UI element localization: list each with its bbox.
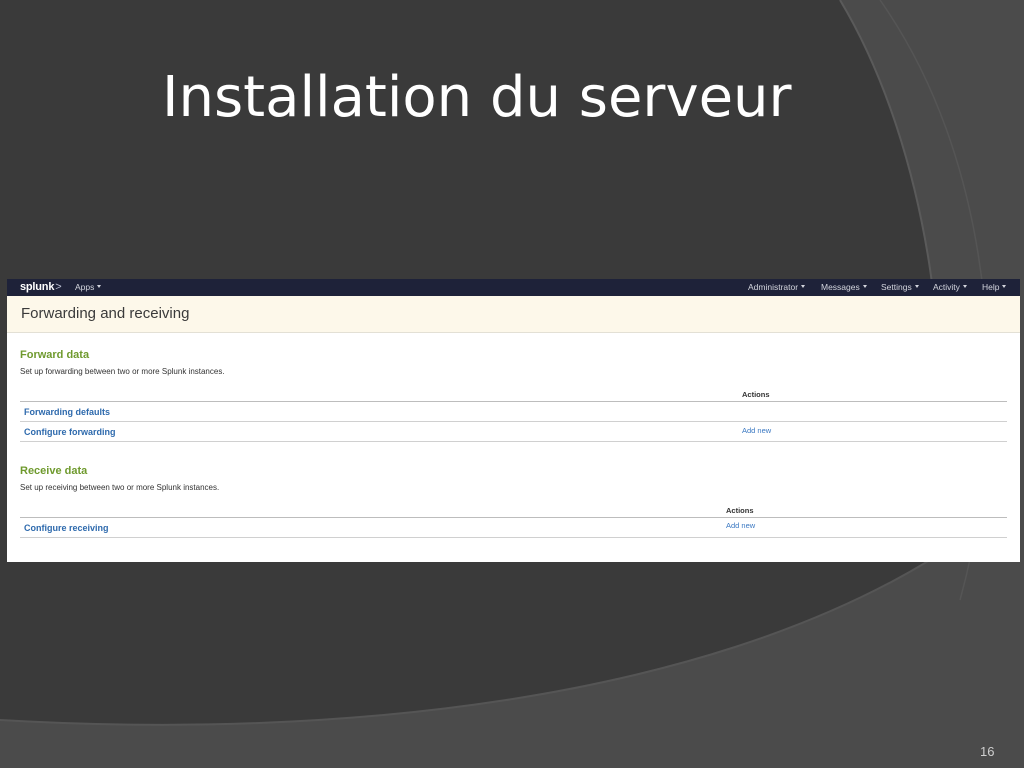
apps-menu[interactable]: Apps [75, 282, 102, 292]
settings-menu-label: Settings [881, 282, 912, 292]
administrator-menu[interactable]: Administrator [748, 282, 806, 292]
logo-chevron: > [55, 281, 62, 293]
divider [20, 537, 1007, 538]
divider [20, 517, 1007, 518]
help-menu[interactable]: Help [982, 282, 1007, 292]
activity-menu-label: Activity [933, 282, 960, 292]
slide-number: 16 [980, 744, 995, 759]
receive-actions-header: Actions [726, 506, 754, 515]
forwarding-defaults-link[interactable]: Forwarding defaults [24, 407, 110, 417]
chevron-down-icon [801, 285, 806, 289]
forward-data-title: Forward data [20, 349, 90, 361]
divider [20, 401, 1007, 402]
chevron-down-icon [1002, 285, 1007, 289]
receiving-add-new-link[interactable]: Add new [726, 521, 755, 530]
administrator-menu-label: Administrator [748, 282, 799, 292]
receive-data-title: Receive data [20, 465, 88, 477]
help-menu-label: Help [982, 282, 1000, 292]
chevron-down-icon [862, 285, 867, 289]
slide-title: Installation du serveur [162, 65, 792, 130]
chevron-down-icon [962, 285, 967, 289]
forwarding-add-new-link[interactable]: Add new [742, 426, 771, 435]
configure-forwarding-link[interactable]: Configure forwarding [24, 427, 116, 437]
logo-text: splunk [20, 281, 55, 293]
settings-menu[interactable]: Settings [881, 282, 919, 292]
forward-data-description: Set up forwarding between two or more Sp… [20, 367, 225, 376]
page-title: Forwarding and receiving [21, 305, 190, 322]
activity-menu[interactable]: Activity [933, 282, 967, 292]
messages-menu-label: Messages [821, 282, 860, 292]
top-navbar: splunk> Apps Administrator Messages Sett… [7, 279, 1020, 296]
configure-receiving-link[interactable]: Configure receiving [24, 523, 109, 533]
page-header: Forwarding and receiving [7, 296, 1020, 333]
divider [20, 421, 1007, 422]
apps-menu-label: Apps [75, 282, 95, 292]
chevron-down-icon [914, 285, 919, 289]
messages-menu[interactable]: Messages [821, 282, 867, 292]
splunk-logo[interactable]: splunk> [20, 281, 62, 293]
divider [20, 441, 1007, 442]
splunk-screenshot: splunk> Apps Administrator Messages Sett… [7, 279, 1020, 562]
receive-data-description: Set up receiving between two or more Spl… [20, 483, 220, 492]
chevron-down-icon [97, 285, 102, 289]
forward-actions-header: Actions [742, 390, 770, 399]
